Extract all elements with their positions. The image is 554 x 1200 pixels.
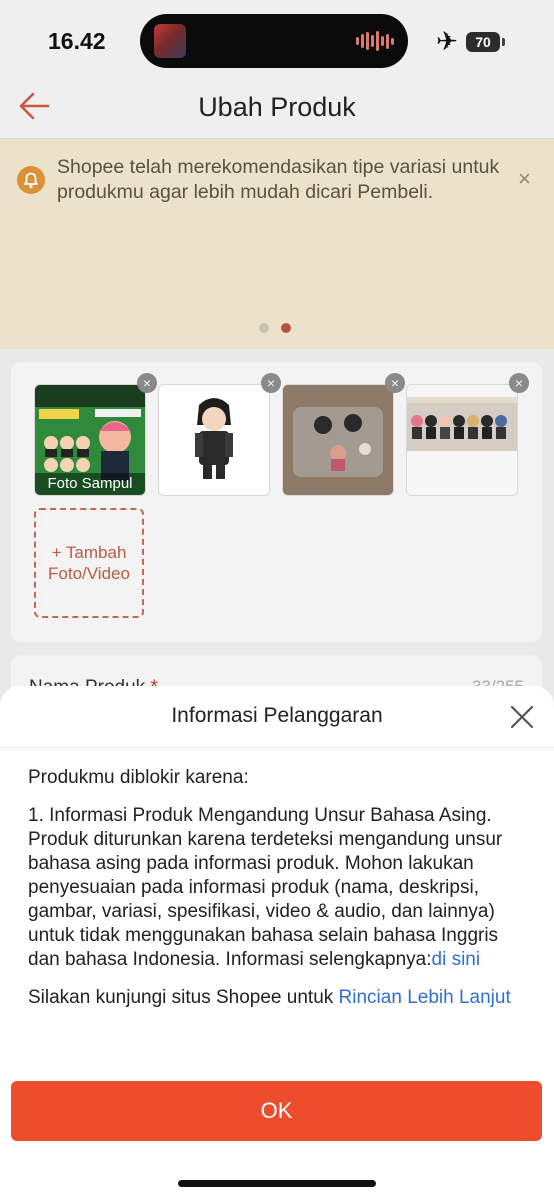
visit-text: Silakan kunjungi situs Shopee untuk — [28, 987, 339, 1008]
carousel-dots — [259, 323, 291, 333]
status-bar: 16.42 ✈ 70 — [0, 0, 554, 80]
carousel-dot[interactable] — [259, 323, 269, 333]
app-header: Ubah Produk — [0, 80, 554, 139]
banner-close-icon[interactable]: × — [518, 166, 531, 192]
details-link[interactable]: di sini — [432, 949, 481, 970]
violation-reason: 1. Informasi Produk Mengandung Unsur Bah… — [28, 804, 528, 972]
add-photo-video-button[interactable]: + Tambah Foto/Video — [34, 508, 144, 618]
visit-info: Silakan kunjungi situs Shopee untuk Rinc… — [28, 986, 528, 1010]
violation-reason-text: 1. Informasi Produk Mengandung Unsur Bah… — [28, 805, 503, 970]
dialog-title: Informasi Pelanggaran — [171, 704, 383, 727]
blocked-intro: Produkmu diblokir karena: — [28, 767, 249, 788]
remove-photo-icon[interactable]: × — [509, 373, 529, 393]
add-media-label-line1: + Tambah — [51, 543, 127, 562]
page-title: Ubah Produk — [198, 92, 356, 122]
product-photo[interactable] — [158, 384, 270, 496]
audio-waveform-icon — [356, 31, 394, 51]
remove-photo-icon[interactable]: × — [261, 373, 281, 393]
airplane-icon: ✈ — [436, 26, 458, 56]
figure-image — [159, 385, 269, 495]
more-details-link[interactable]: Rincian Lebih Lanjut — [339, 987, 511, 1008]
home-indicator[interactable] — [178, 1180, 376, 1187]
close-icon[interactable] — [507, 702, 537, 732]
product-photo[interactable] — [282, 384, 394, 496]
product-photo-cover[interactable]: Foto Sampul — [34, 384, 146, 496]
remove-photo-icon[interactable]: × — [137, 373, 157, 393]
battery-level: 70 — [475, 34, 491, 50]
remove-photo-icon[interactable]: × — [385, 373, 405, 393]
status-time: 16.42 — [48, 28, 106, 54]
violation-info-sheet: Informasi Pelanggaran Produkmu diblokir … — [0, 686, 554, 1200]
dialog-divider — [0, 747, 554, 748]
dialog-body: Produkmu diblokir karena: 1. Informasi P… — [28, 766, 528, 1024]
packaged-figures-image — [283, 385, 393, 495]
recommendation-text: Shopee telah merekomendasikan tipe varia… — [57, 156, 500, 203]
carousel-dot-active[interactable] — [281, 323, 291, 333]
shelf-figures-image — [407, 385, 517, 495]
now-playing-thumbnail — [154, 24, 186, 58]
battery-icon: 70 — [466, 32, 505, 52]
cover-label: Foto Sampul — [35, 473, 145, 495]
dynamic-island[interactable] — [140, 14, 408, 68]
product-photo[interactable] — [406, 384, 518, 496]
bell-icon — [17, 166, 45, 194]
ok-button[interactable]: OK — [11, 1081, 542, 1141]
add-media-label-line2: Foto/Video — [48, 564, 130, 583]
